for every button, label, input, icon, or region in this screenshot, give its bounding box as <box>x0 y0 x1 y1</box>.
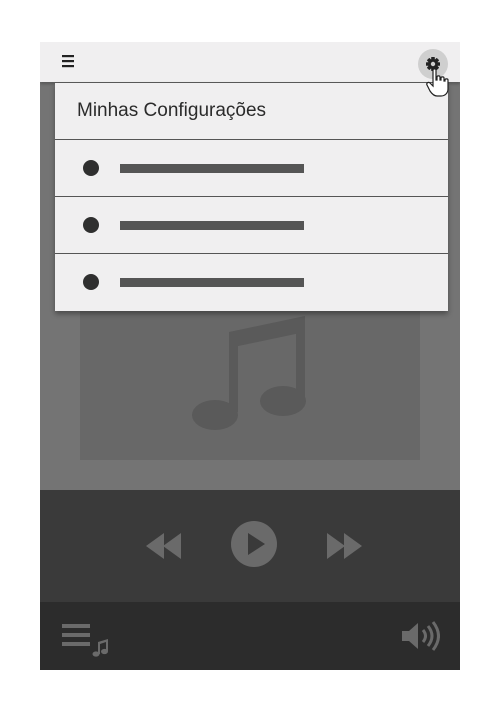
text-line-placeholder <box>120 278 304 287</box>
hand-cursor-icon <box>426 68 449 97</box>
bottom-bar <box>40 602 460 670</box>
fast-forward-icon[interactable] <box>326 531 362 561</box>
bullet-icon <box>83 160 99 176</box>
dropdown-item[interactable] <box>55 254 448 311</box>
playlist-icon[interactable] <box>62 622 112 658</box>
top-bar <box>40 42 460 82</box>
dropdown-item[interactable] <box>55 140 448 197</box>
text-line-placeholder <box>120 164 304 173</box>
bullet-icon <box>83 274 99 290</box>
playback-controls <box>40 490 460 602</box>
volume-icon[interactable] <box>400 620 440 652</box>
dropdown-title: Minhas Configurações <box>55 83 448 140</box>
hamburger-menu-icon <box>62 55 74 68</box>
bullet-icon <box>83 217 99 233</box>
rewind-icon[interactable] <box>146 531 182 561</box>
settings-dropdown: Minhas Configurações <box>55 83 448 311</box>
menu-button[interactable] <box>54 52 82 72</box>
play-icon[interactable] <box>230 520 278 568</box>
music-note-icon <box>192 316 306 430</box>
text-line-placeholder <box>120 221 304 230</box>
dropdown-item[interactable] <box>55 197 448 254</box>
